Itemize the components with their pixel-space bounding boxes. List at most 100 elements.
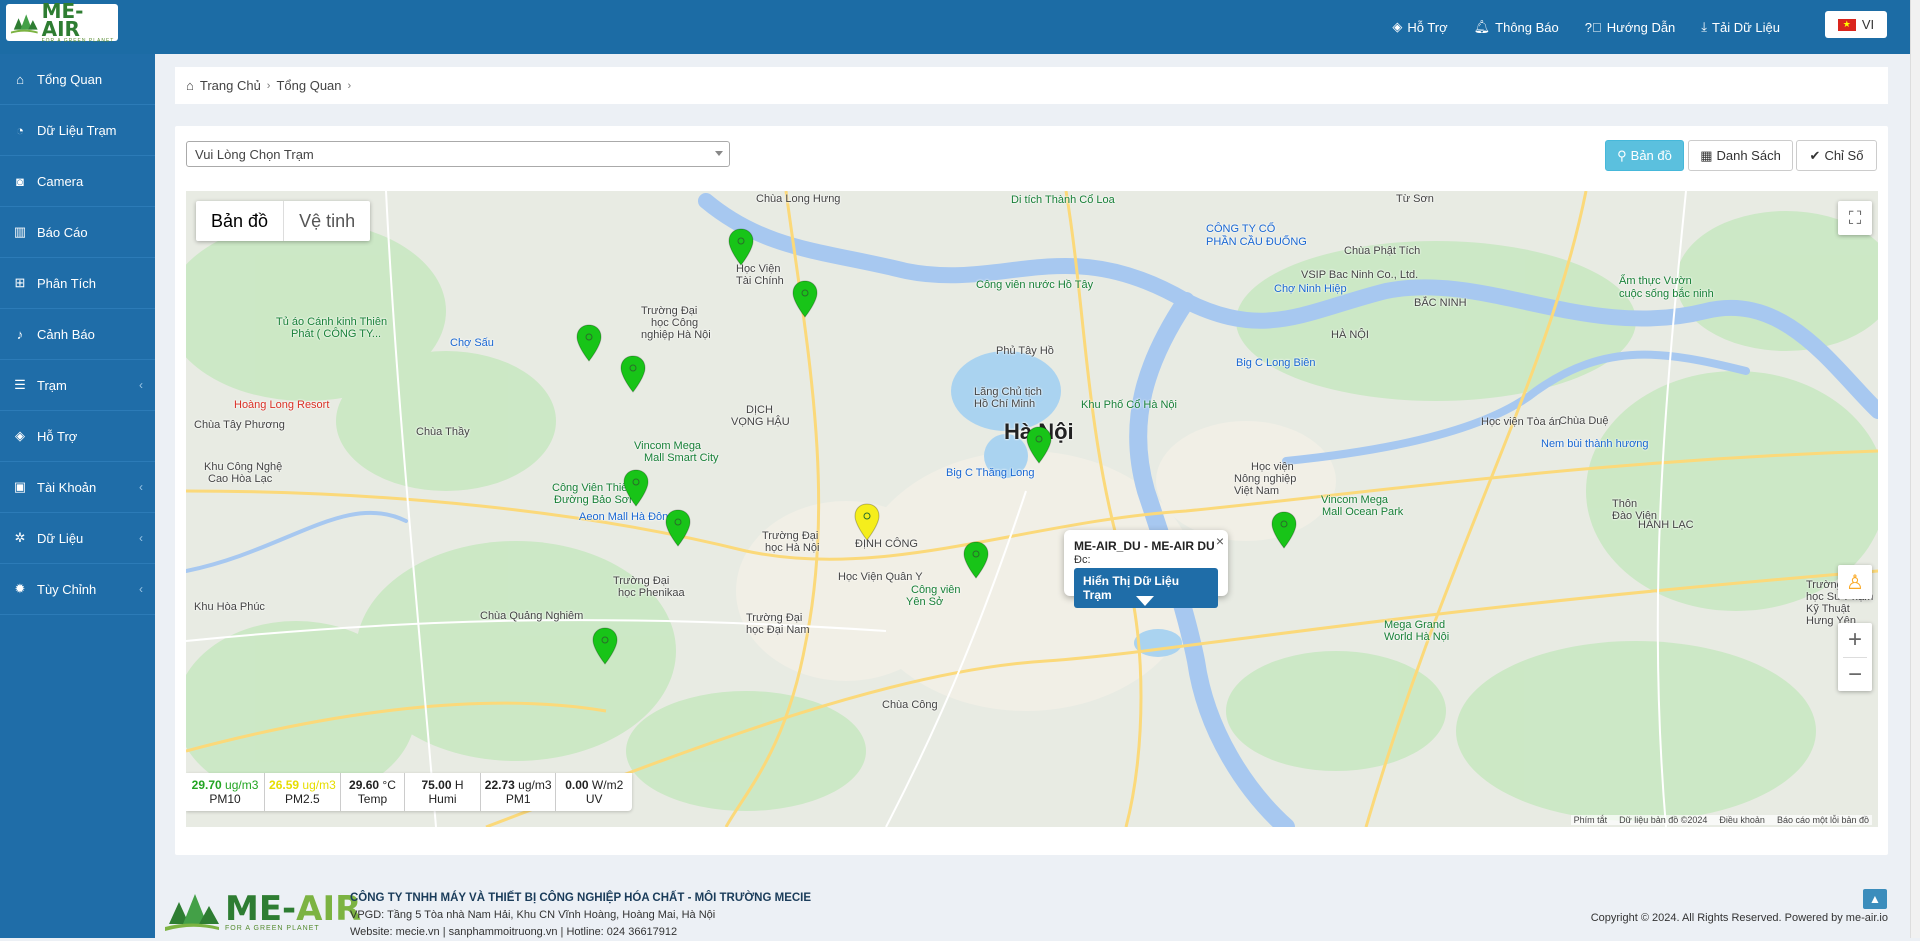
reading-value-line: 29.70 ug/m3 (192, 778, 259, 792)
breadcrumb-current[interactable]: Tổng Quan (276, 78, 341, 93)
brand-tagline: FOR A GREEN PLANET (41, 37, 115, 44)
station-marker-icon[interactable] (792, 280, 818, 318)
sidebar-item[interactable]: ◙ Camera (0, 156, 155, 207)
chevron-up-icon: ▲ (1869, 892, 1881, 906)
reading-label: UV (585, 792, 603, 806)
tree-logo-icon (165, 894, 219, 931)
station-marker-icon[interactable] (576, 324, 602, 362)
map-place-label: VSIP Bac Ninh Co., Ltd. (1301, 269, 1419, 281)
language-code: VI (1861, 17, 1875, 32)
reading-label: Humi (428, 792, 457, 806)
map-place-label: Mall Ocean Park (1322, 506, 1404, 518)
close-icon[interactable]: × (1216, 533, 1224, 549)
map-place-label: cuộc sống bắc ninh (1619, 288, 1714, 300)
sidebar-item[interactable]: ▥ Báo Cáo (0, 207, 155, 258)
sidebar-item[interactable]: ◔ Dữ Liệu Trạm (0, 105, 155, 156)
map-place-label: HÀNH LẠC (1638, 519, 1694, 531)
popup-address: Đc: (1074, 554, 1091, 566)
sidebar-item[interactable]: ◈ Hỗ Trợ (0, 411, 155, 462)
footer-copyright: Copyright © 2024. All Rights Reserved. P… (1590, 912, 1888, 924)
map-place-label: Phủ Tây Hồ (996, 345, 1054, 357)
reading-value-line: 22.73 ug/m3 (485, 778, 552, 792)
sidebar: ⌂ Tổng Quan ◔ Dữ Liệu Trạm ◙ Camera ▥ Báo Cáo ⊞ P… (0, 54, 155, 938)
map-place-label: Aeon Mall Hà Đông (579, 511, 675, 523)
nav-download[interactable]: ⤓ Tải Dữ Liệu (1701, 19, 1780, 35)
breadcrumb-home[interactable]: Trang Chủ (200, 78, 261, 93)
sidebar-item[interactable]: ▣ Tài Khoản ‹ (0, 462, 155, 513)
fullscreen-icon[interactable]: ⛶ (1838, 201, 1872, 235)
reading-unit: °C (382, 778, 396, 792)
map-place-label: Mall Smart City (644, 452, 719, 464)
map-place-label: Chùa Phật Tích (1344, 245, 1421, 257)
sidebar-item[interactable]: ☰ Trạm ‹ (0, 360, 155, 411)
reading-value: 22.73 (484, 778, 515, 792)
reading-cell: 26.59 ug/m3 PM2.5 (265, 773, 341, 811)
map-type-roadmap[interactable]: Bản đồ (196, 201, 285, 241)
reading-cell: 29.60 °C Temp (341, 773, 406, 811)
nav-download-label: Tải Dữ Liệu (1712, 19, 1780, 35)
station-marker-icon[interactable] (620, 355, 646, 393)
map-place-label: Học Viện Quân Y (838, 571, 923, 583)
map-place-label: Khu Phố Cổ Hà Nội (1081, 399, 1177, 411)
map-place-label: Thôn (1612, 498, 1638, 510)
tag-icon: ◈ (15, 428, 25, 443)
tree-logo-icon (10, 13, 38, 33)
sidebar-item[interactable]: ✲ Dữ Liệu ‹ (0, 513, 155, 564)
map-type-satellite[interactable]: Vệ tinh (284, 201, 370, 241)
footer: ME-AIR FOR A GREEN PLANET CÔNG TY TNHH M… (155, 868, 1910, 938)
station-marker-icon[interactable] (1271, 511, 1297, 549)
map-place-label: nghiệp Hà Nội (641, 329, 711, 341)
sidebar-item-label: Dữ Liệu Trạm (37, 122, 117, 138)
map-place-label: Vincom Mega (634, 440, 702, 452)
station-marker-icon[interactable] (854, 503, 880, 541)
map-place-label: Cao Hòa Lạc (208, 473, 273, 485)
list-view-button[interactable]: ▦ Danh Sách (1688, 140, 1793, 171)
sidebar-item[interactable]: ✹ Tùy Chỉnh ‹ (0, 564, 155, 615)
language-switcher[interactable]: ★ VI (1825, 11, 1887, 38)
sidebar-item-label: Tài Khoản (37, 479, 97, 495)
sidebar-item-label: Tùy Chỉnh (37, 581, 97, 597)
station-map[interactable]: Chùa Long Hưng Di tích Thành Cổ Loa Từ Sơn… (186, 191, 1878, 827)
reading-label: PM1 (505, 792, 531, 806)
index-view-label: Chỉ Số (1824, 148, 1864, 163)
station-marker-icon[interactable] (623, 469, 649, 507)
nav-guide[interactable]: ?⃝ Hướng Dẫn (1585, 20, 1676, 35)
map-place-label: Trường Đại (641, 305, 698, 317)
nav-support[interactable]: ◈ Hỗ Trợ (1392, 19, 1447, 35)
list-icon: ☰ (14, 377, 26, 392)
sidebar-item[interactable]: ⌂ Tổng Quan (0, 54, 155, 105)
attrib-shortcuts[interactable]: Phím tắt (1574, 815, 1608, 825)
index-view-button[interactable]: ✔ Chỉ Số (1796, 140, 1877, 171)
zoom-out-icon[interactable]: − (1843, 657, 1867, 691)
back-to-top-button[interactable]: ▲ (1863, 889, 1887, 909)
reading-value-line: 29.60 °C (349, 778, 396, 792)
map-place-label: Chùa Duệ (1559, 415, 1609, 427)
map-place-label: Chùa Thầy (416, 426, 470, 438)
zoom-in-icon[interactable]: + (1848, 623, 1862, 657)
show-station-data-button[interactable]: Hiển Thị Dữ Liệu Trạm (1074, 568, 1218, 608)
page-scrollbar[interactable] (1910, 0, 1920, 938)
sidebar-item[interactable]: ⊞ Phân Tích (0, 258, 155, 309)
map-place-label: Trường Đại (613, 575, 670, 587)
bar-chart-icon: ▥ (13, 224, 27, 239)
station-marker-icon[interactable] (1026, 426, 1052, 464)
sidebar-item[interactable]: ♪ Cảnh Báo (0, 309, 155, 360)
tag-icon: ◈ (1392, 19, 1403, 34)
sidebar-item-label: Trạm (37, 377, 67, 393)
street-view-pegman-icon[interactable]: ♙ (1838, 565, 1872, 599)
station-marker-icon[interactable] (665, 509, 691, 547)
reading-value: 26.59 (269, 778, 300, 792)
chevron-down-icon (715, 151, 723, 156)
nav-notifications[interactable]: 🔔︎ Thông Báo (1474, 19, 1559, 35)
station-select[interactable]: Vui Lòng Chọn Trạm (186, 141, 730, 167)
station-marker-icon[interactable] (592, 627, 618, 665)
attrib-report-error[interactable]: Báo cáo một lỗi bản đồ (1777, 815, 1869, 825)
station-marker-icon[interactable] (728, 228, 754, 266)
map-place-label: Học viện Tòa án (1481, 416, 1561, 428)
attrib-terms[interactable]: Điều khoản (1719, 815, 1765, 825)
map-view-button[interactable]: ⚲ Bản đồ (1605, 140, 1684, 171)
reading-cell: 75.00 H Humi (405, 773, 481, 811)
station-marker-icon[interactable] (963, 541, 989, 579)
sidebar-item-label: Tổng Quan (37, 71, 103, 87)
brand-logo[interactable]: ME-AIR FOR A GREEN PLANET (6, 1, 118, 44)
